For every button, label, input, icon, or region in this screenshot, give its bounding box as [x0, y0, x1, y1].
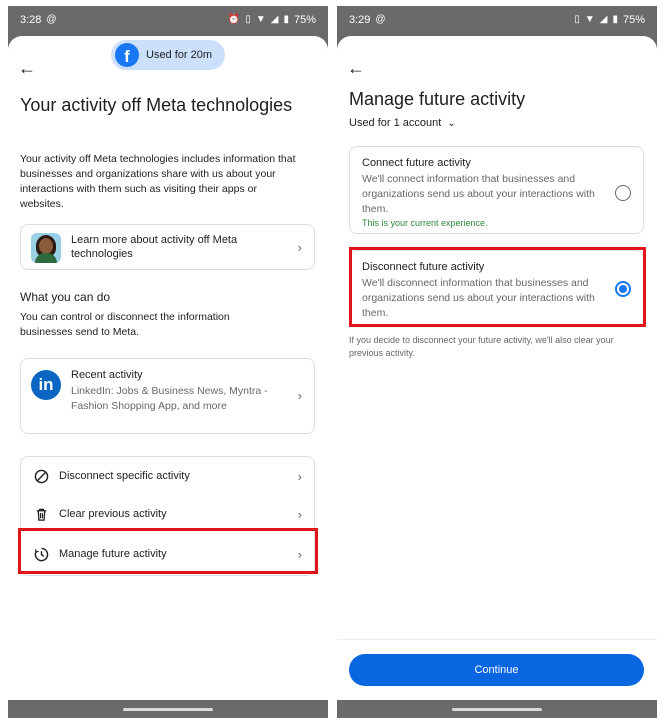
block-icon	[33, 468, 49, 484]
gesture-navigation-bar	[8, 700, 328, 718]
battery-icon: ▮	[612, 14, 618, 25]
manage-future-activity-highlight	[18, 528, 318, 574]
vibrate-icon: ▯	[245, 14, 251, 25]
status-bar: 3:29 @ ▯ ▼ ◢ ▮ 75%	[337, 6, 657, 34]
disconnect-footnote: If you decide to disconnect your future …	[349, 335, 614, 358]
chevron-right-icon: ›	[297, 468, 302, 484]
status-bar: 3:28 @ ⏰ ▯ ▼ ◢ ▮ 75%	[8, 6, 328, 34]
disconnect-option-highlight	[349, 247, 646, 327]
chevron-down-icon: ⌄	[447, 117, 456, 129]
threads-notification-icon: @	[46, 14, 57, 25]
option-description: We'll connect information that businesse…	[362, 173, 595, 215]
account-selector-label: Used for 1 account	[349, 117, 442, 129]
gesture-navigation-bar	[337, 700, 657, 718]
page-description: Your activity off Meta technologies incl…	[20, 153, 296, 210]
battery-level: 75%	[622, 14, 645, 26]
home-indicator[interactable]	[123, 707, 213, 711]
vibrate-icon: ▯	[574, 14, 580, 25]
signal-icon: ◢	[270, 14, 279, 25]
page-title: Your activity off Meta technologies	[20, 95, 293, 115]
back-arrow-icon[interactable]: ←	[347, 58, 367, 78]
signal-icon: ◢	[599, 14, 608, 25]
connect-future-activity-option[interactable]: Connect future activity We'll connect in…	[349, 146, 644, 234]
phone-screen-left: 3:28 @ ⏰ ▯ ▼ ◢ ▮ 75% f Used for 20m ← Yo…	[8, 6, 328, 718]
action-label: Disconnect specific activity	[59, 470, 190, 482]
avatar-illustration-icon	[31, 233, 61, 263]
status-time: 3:28	[20, 14, 42, 26]
linkedin-logo-icon: in	[31, 370, 61, 400]
chevron-right-icon: ›	[297, 506, 302, 522]
page-title: Manage future activity	[349, 89, 526, 109]
footer-divider	[337, 639, 657, 640]
wifi-icon: ▼	[584, 14, 595, 25]
continue-button[interactable]: Continue	[349, 654, 644, 686]
wifi-icon: ▼	[255, 14, 266, 25]
disconnect-specific-activity-row[interactable]: Disconnect specific activity ›	[21, 457, 314, 495]
activity-off-meta-screen: f Used for 20m ← Your activity off Meta …	[8, 36, 328, 700]
action-label: Clear previous activity	[59, 508, 167, 520]
back-arrow-icon[interactable]: ←	[18, 58, 38, 78]
current-experience-note: This is your current experience.	[362, 218, 488, 228]
learn-more-card[interactable]: Learn more about activity off Meta techn…	[20, 224, 315, 270]
home-indicator[interactable]	[452, 707, 542, 711]
threads-notification-icon: @	[375, 14, 386, 25]
recent-activity-title: Recent activity	[71, 369, 143, 381]
section-description: You can control or disconnect the inform…	[20, 311, 230, 338]
option-title: Connect future activity	[362, 157, 471, 169]
status-time: 3:29	[349, 14, 371, 26]
recent-activity-card[interactable]: in Recent activity LinkedIn: Jobs & Busi…	[20, 358, 315, 434]
phone-screen-right: 3:29 @ ▯ ▼ ◢ ▮ 75% ← Manage future activ…	[337, 6, 657, 718]
trash-icon	[33, 506, 49, 522]
usage-time-pill: f Used for 20m	[111, 40, 225, 70]
battery-level: 75%	[293, 14, 316, 26]
section-title: What you can do	[20, 290, 111, 304]
manage-future-activity-screen: ← Manage future activity Used for 1 acco…	[337, 36, 657, 700]
chevron-right-icon: ›	[297, 240, 302, 255]
learn-more-label: Learn more about activity off Meta techn…	[71, 234, 238, 260]
account-selector[interactable]: Used for 1 account ⌄	[349, 117, 456, 129]
battery-icon: ▮	[283, 14, 289, 25]
alarm-icon: ⏰	[227, 14, 241, 25]
connect-radio-button[interactable]	[615, 185, 631, 201]
facebook-logo-icon: f	[115, 43, 139, 67]
recent-activity-apps: LinkedIn: Jobs & Business News, Myntra -…	[71, 385, 268, 412]
chevron-right-icon: ›	[297, 388, 302, 403]
usage-time-label: Used for 20m	[146, 49, 213, 61]
